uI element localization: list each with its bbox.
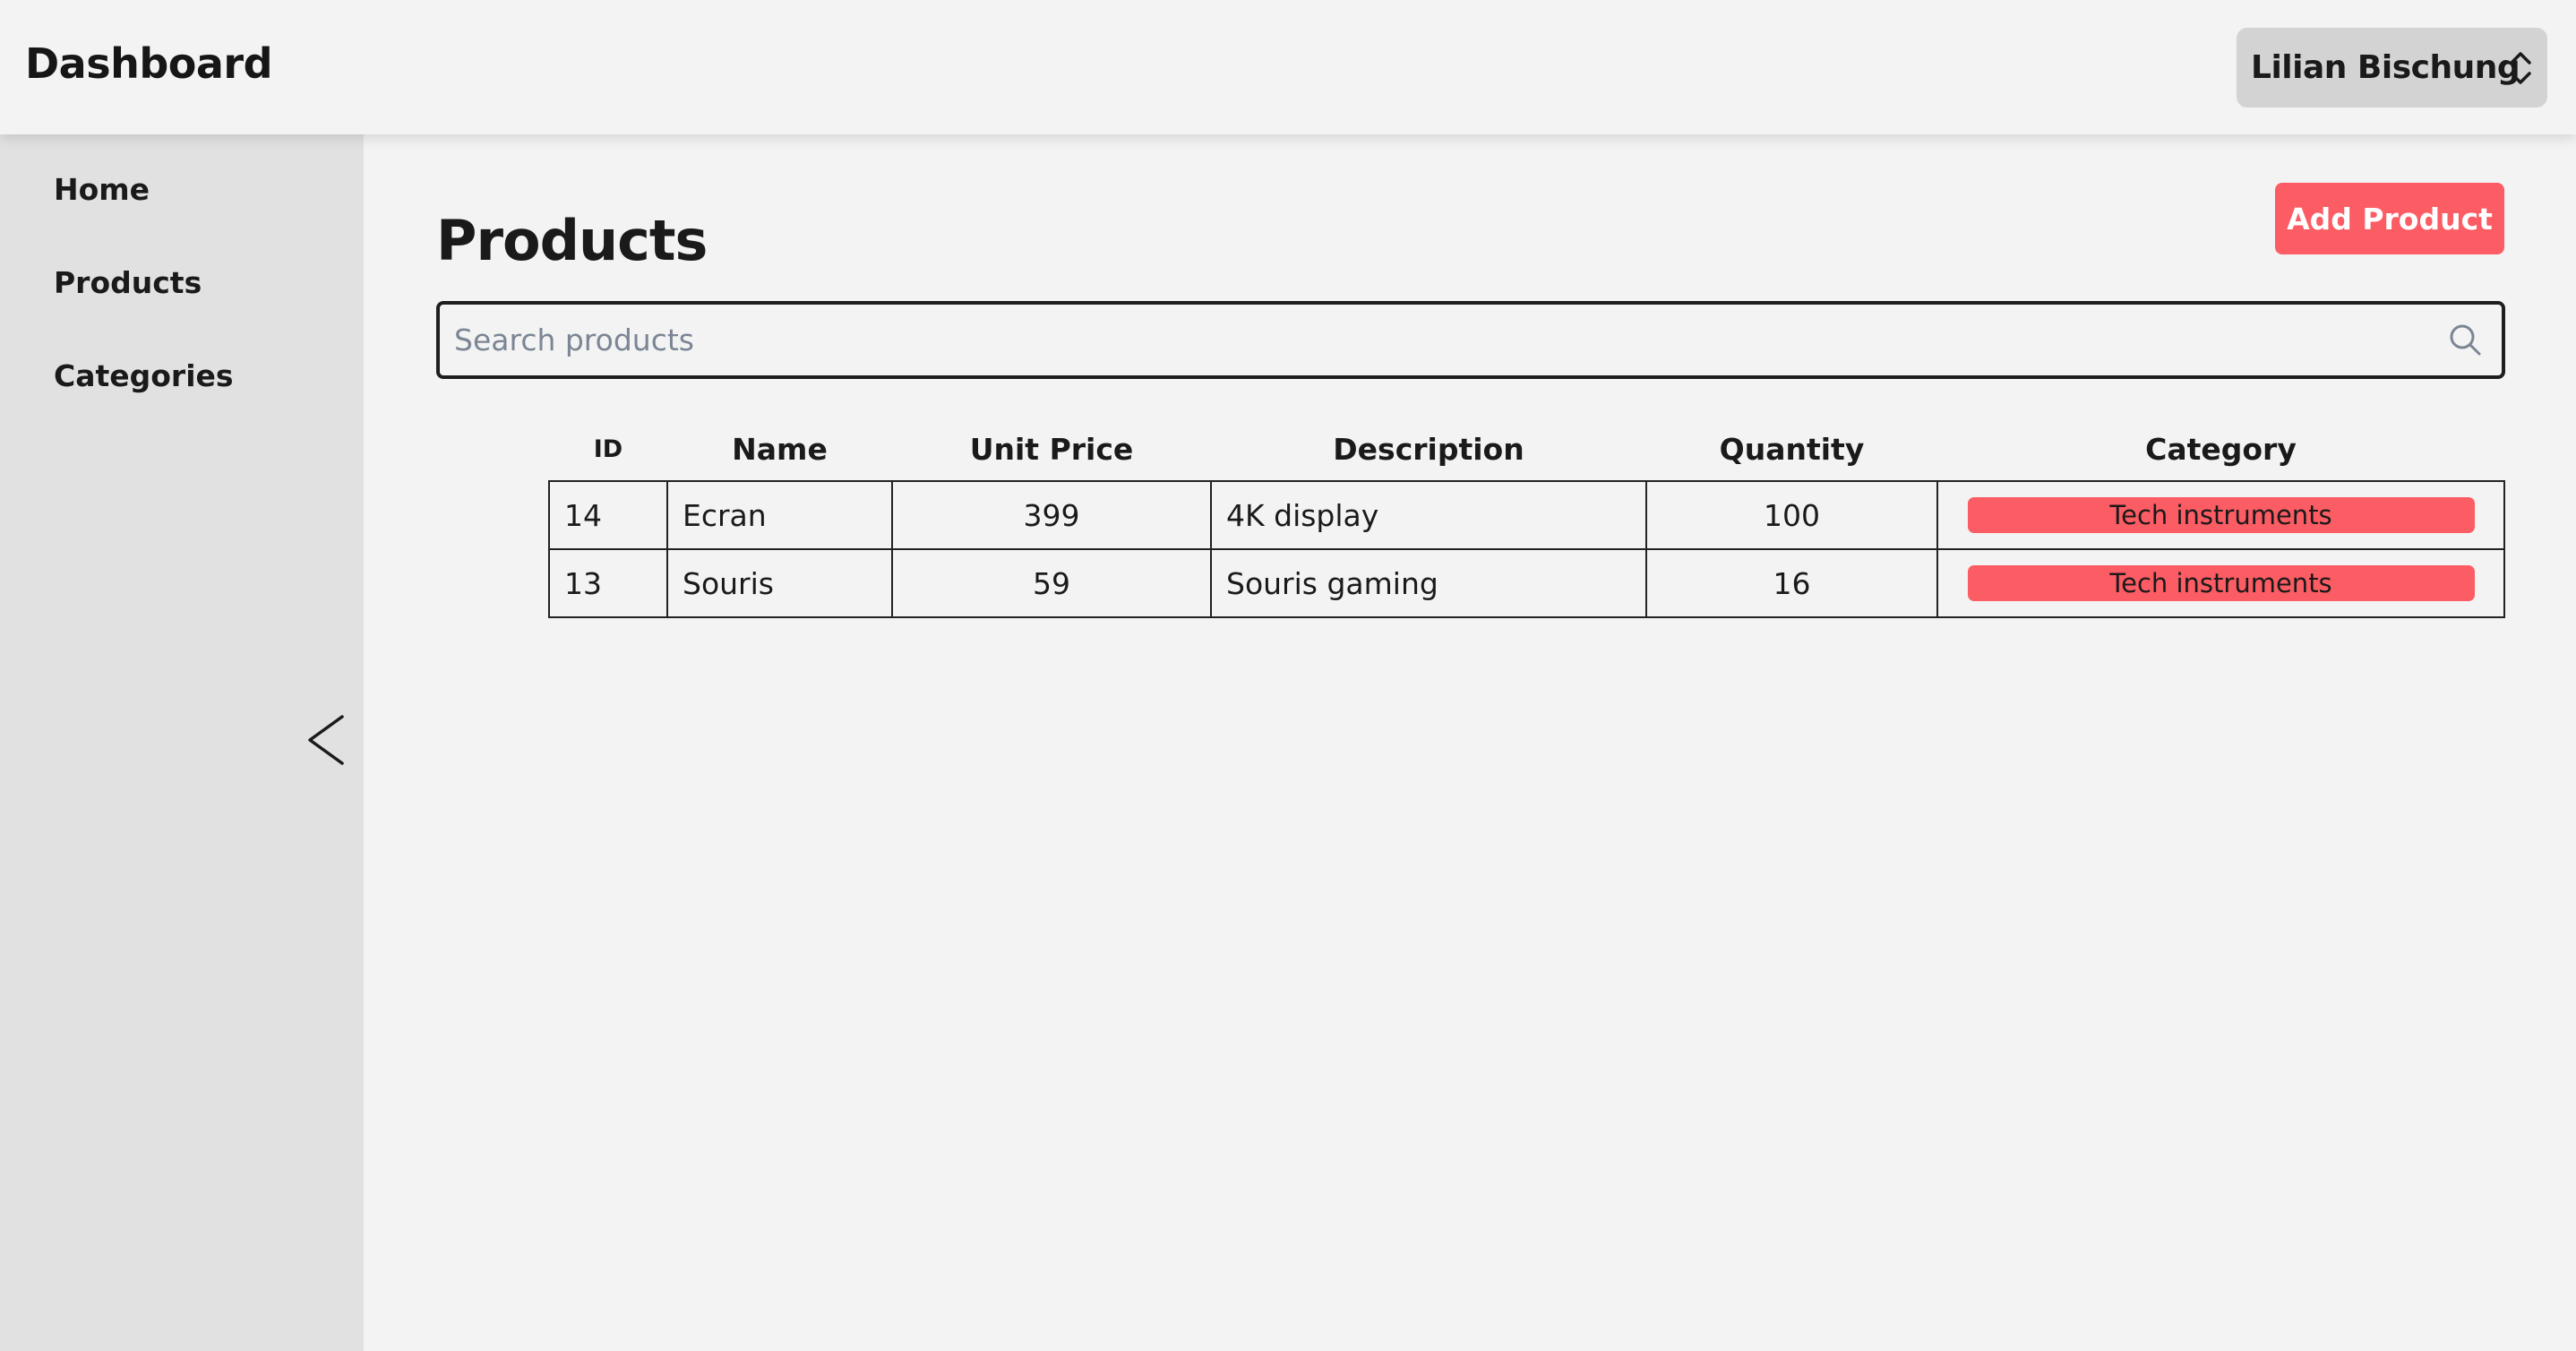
column-header-category: Category bbox=[2145, 431, 2297, 467]
products-table: ID Name Unit Price Description Quantity … bbox=[548, 417, 2505, 618]
sidebar-item-home[interactable]: Home bbox=[54, 172, 150, 207]
column-header-name: Name bbox=[732, 431, 828, 467]
search-icon[interactable] bbox=[2448, 323, 2482, 357]
top-bar: Dashboard Lilian Bischung bbox=[0, 0, 2576, 134]
column-header-quantity: Quantity bbox=[1719, 431, 1865, 467]
category-badge: Tech instruments bbox=[1967, 497, 2475, 533]
chevron-up-down-icon bbox=[2510, 52, 2531, 84]
cell-category: Tech instruments bbox=[1936, 548, 2505, 618]
table-row[interactable]: 13 Souris 59 Souris gaming 16 Tech instr… bbox=[548, 548, 2505, 618]
search-box bbox=[436, 301, 2505, 379]
cell-description: 4K display bbox=[1210, 480, 1647, 550]
column-header-id: ID bbox=[593, 435, 623, 463]
cell-unit-price: 59 bbox=[891, 548, 1212, 618]
cell-description: Souris gaming bbox=[1210, 548, 1647, 618]
products-table-container: ID Name Unit Price Description Quantity … bbox=[548, 417, 2505, 618]
cell-category: Tech instruments bbox=[1936, 480, 2505, 550]
cell-name: Souris bbox=[666, 548, 893, 618]
page-title: Products bbox=[436, 208, 708, 273]
category-badge: Tech instruments bbox=[1967, 565, 2475, 601]
table-row[interactable]: 14 Ecran 399 4K display 100 Tech instrum… bbox=[548, 480, 2505, 550]
sidebar: Home Products Categories bbox=[0, 134, 364, 1351]
add-product-button[interactable]: Add Product bbox=[2275, 183, 2504, 254]
cell-id: 14 bbox=[548, 480, 668, 550]
search-input[interactable] bbox=[454, 305, 2425, 375]
user-menu-button[interactable]: Lilian Bischung bbox=[2237, 28, 2547, 108]
cell-id: 13 bbox=[548, 548, 668, 618]
table-header-row: ID Name Unit Price Description Quantity … bbox=[549, 417, 2504, 481]
cell-quantity: 100 bbox=[1645, 480, 1938, 550]
sidebar-item-categories[interactable]: Categories bbox=[54, 358, 234, 393]
app-title: Dashboard bbox=[25, 39, 273, 88]
chevron-left-icon[interactable] bbox=[305, 713, 351, 767]
column-header-unit-price: Unit Price bbox=[969, 431, 1134, 467]
cell-quantity: 16 bbox=[1645, 548, 1938, 618]
cell-name: Ecran bbox=[666, 480, 893, 550]
sidebar-item-products[interactable]: Products bbox=[54, 265, 202, 300]
user-name: Lilian Bischung bbox=[2251, 49, 2520, 86]
column-header-description: Description bbox=[1333, 431, 1524, 467]
cell-unit-price: 399 bbox=[891, 480, 1212, 550]
